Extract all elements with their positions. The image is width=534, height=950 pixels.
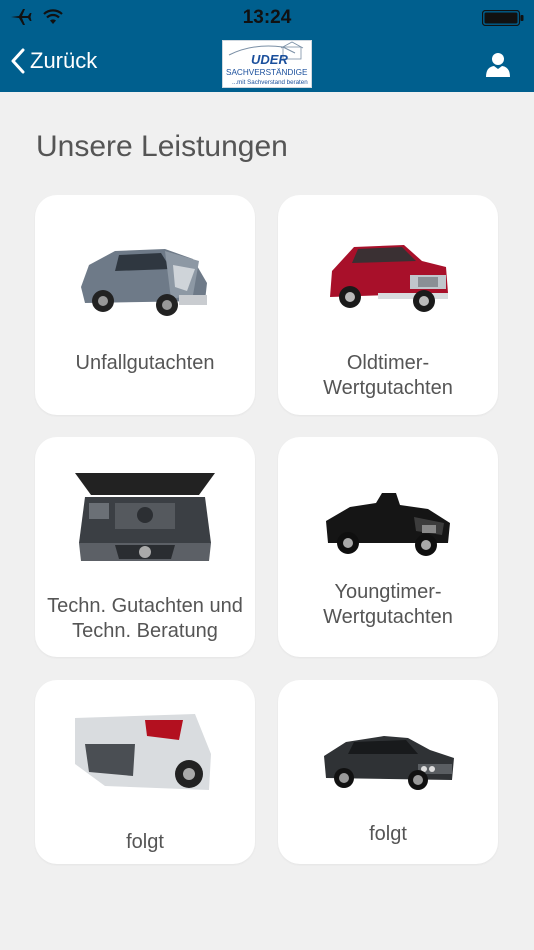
card-label: Youngtimer- Wertgutachten	[284, 580, 492, 630]
status-bar: 13:24	[0, 0, 534, 36]
logo-line1: SACHVERSTÄNDIGE	[226, 67, 308, 77]
logo-tagline: ...mit Sachverstand beraten	[232, 79, 308, 86]
damaged-car-photo	[81, 249, 207, 316]
card-oldtimer[interactable]: Oldtimer- Wertgutachten	[278, 195, 498, 415]
card-label: folgt	[369, 823, 407, 845]
card-techn-gutachten[interactable]: Techn. Gutachten und Techn. Beratung	[35, 437, 255, 657]
card-label-text: Techn. Gutachten und Techn. Beratung	[47, 595, 243, 642]
chevron-left-icon	[11, 48, 25, 74]
logo-artwork: UDER SACHVERSTÄNDIGE ...mit Sachverstand…	[226, 41, 308, 86]
crashed-rear-photo	[75, 714, 211, 790]
card-label: Unfallgutachten	[75, 352, 215, 374]
user-icon[interactable]	[484, 50, 512, 78]
back-label: Zurück	[30, 48, 98, 73]
card-label: folgt	[126, 831, 164, 853]
card-label: Oldtimer- Wertgutachten	[284, 351, 492, 401]
page-title: Unsere Leistungen	[36, 130, 288, 163]
card-label-text: Youngtimer- Wertgutachten	[323, 581, 453, 628]
black-convertible-photo	[326, 493, 450, 556]
engine-bay-photo	[75, 473, 215, 561]
back-button[interactable]: Zurück	[10, 48, 97, 74]
card-folgt-1[interactable]: folgt	[35, 680, 255, 864]
battery-icon	[482, 10, 524, 26]
bmw-coupe-photo	[324, 736, 454, 790]
header: 13:24 Zurück UDER SACHVERSTÄNDIGE ...mit…	[0, 0, 534, 92]
status-time: 13:24	[242, 7, 292, 28]
card-unfallgutachten[interactable]: Unfallgutachten	[35, 195, 255, 415]
main-content: Unsere Leistungen Unfallgutachten Oldtim…	[0, 92, 534, 950]
card-folgt-2[interactable]: folgt	[278, 680, 498, 864]
logo-brand: UDER	[251, 52, 288, 67]
red-classic-mercedes-photo	[330, 245, 448, 312]
nav-bar: Zurück UDER SACHVERSTÄNDIGE ...mit Sachv…	[0, 36, 534, 92]
company-logo: UDER SACHVERSTÄNDIGE ...mit Sachverstand…	[222, 40, 312, 88]
card-youngtimer[interactable]: Youngtimer- Wertgutachten	[278, 437, 498, 657]
card-label-text: Oldtimer- Wertgutachten	[323, 352, 453, 399]
card-label: Techn. Gutachten und Techn. Beratung	[41, 594, 249, 644]
